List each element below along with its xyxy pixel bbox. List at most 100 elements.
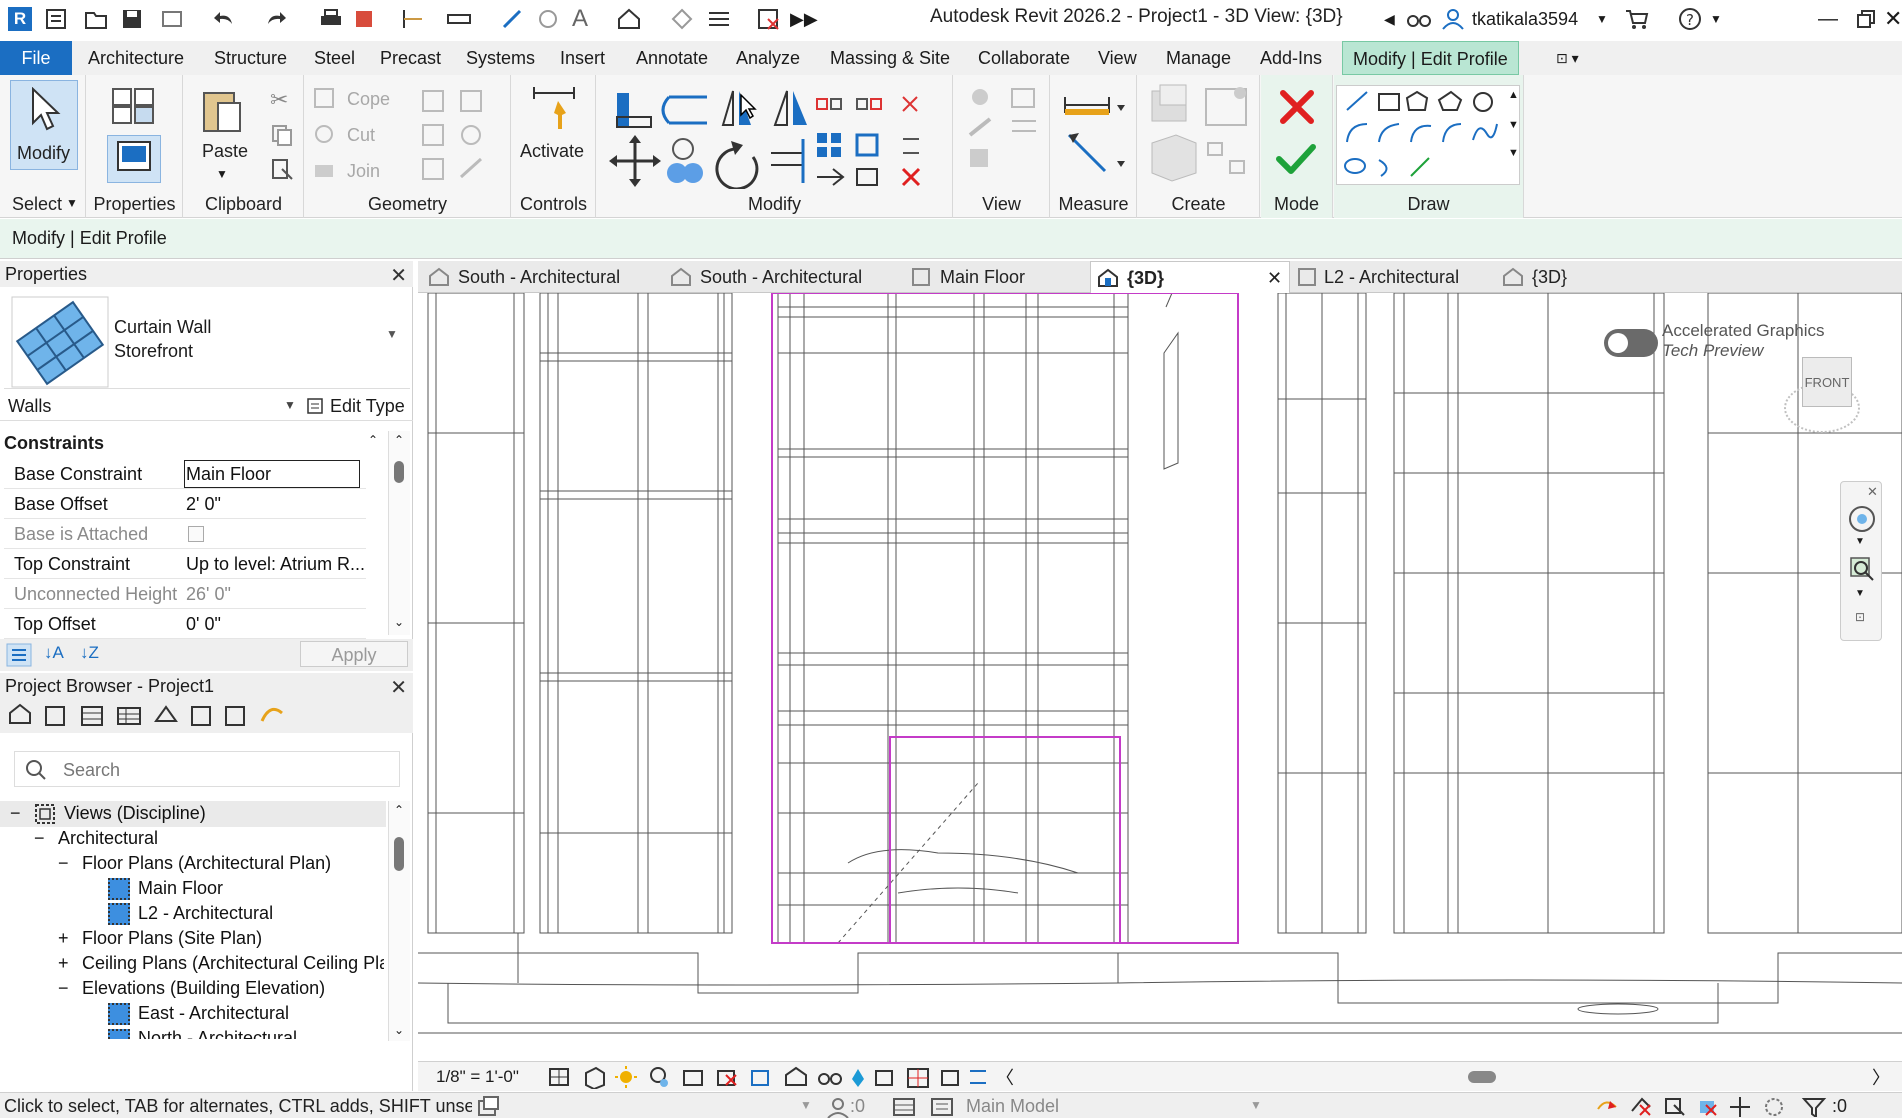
home-icon[interactable] xyxy=(44,7,70,31)
type-selector[interactable]: Curtain Wall Storefront ▼ xyxy=(4,291,410,389)
print-sheets-icon[interactable] xyxy=(352,7,378,31)
section-icon[interactable] xyxy=(670,7,696,31)
close-properties-icon[interactable]: ✕ xyxy=(390,263,407,289)
open-icon[interactable] xyxy=(84,7,110,31)
minimize-icon[interactable]: — xyxy=(1818,7,1844,31)
tree-expander[interactable]: − xyxy=(34,828,45,849)
join-button[interactable]: Join xyxy=(347,161,380,182)
tree-item-elevations[interactable]: Elevations (Building Elevation) xyxy=(82,978,325,999)
restore-icon[interactable] xyxy=(1854,7,1880,31)
paste-dropdown-icon[interactable]: ▼ xyxy=(216,167,228,181)
paste-icon[interactable] xyxy=(200,85,244,135)
activate-button[interactable]: Activate xyxy=(520,141,584,162)
tab-steel[interactable]: Steel xyxy=(304,41,365,75)
tag-icon[interactable] xyxy=(500,7,526,31)
tab-systems[interactable]: Systems xyxy=(456,41,545,75)
ribbon-display-toggle-icon[interactable]: ⊡ ▾ xyxy=(1546,41,1589,75)
drawing-canvas[interactable]: Accelerated Graphics Tech Preview FRONT … xyxy=(418,293,1902,1061)
cancel-edit-mode-icon[interactable] xyxy=(1277,87,1317,127)
tab-manage[interactable]: Manage xyxy=(1156,41,1241,75)
scroll-right-icon[interactable]: 〉 xyxy=(1872,1064,1890,1090)
unconnected-height-field[interactable]: 26' 0" xyxy=(186,584,231,605)
thin-lines-icon[interactable] xyxy=(706,7,732,31)
tree-item-floor-plans-arch[interactable]: Floor Plans (Architectural Plan) xyxy=(82,853,331,874)
tab-annotate[interactable]: Annotate xyxy=(626,41,718,75)
measure-icon[interactable] xyxy=(446,7,472,31)
cart-icon[interactable] xyxy=(1624,7,1650,31)
match-properties-icon[interactable] xyxy=(270,157,294,181)
properties-button[interactable] xyxy=(107,135,161,183)
detail-icon[interactable] xyxy=(536,7,562,31)
workset-dropdown-icon[interactable]: ▼ xyxy=(800,1098,812,1112)
finish-edit-mode-icon[interactable] xyxy=(1275,141,1317,177)
tree-item-l2-architectural[interactable]: L2 - Architectural xyxy=(138,903,273,924)
help-dropdown-icon[interactable]: ▼ xyxy=(1710,7,1736,31)
horizontal-scroll-thumb[interactable] xyxy=(1468,1071,1496,1083)
tree-expander[interactable]: − xyxy=(58,853,69,874)
editing-requests-icon[interactable] xyxy=(826,1096,850,1118)
text-icon[interactable]: A xyxy=(572,7,598,31)
measure-tools-icon[interactable] xyxy=(1063,91,1127,181)
tree-item-north-architectural[interactable]: North - Architectural xyxy=(138,1028,297,1039)
zoom-region-icon[interactable] xyxy=(1847,554,1877,584)
tree-expander[interactable]: + xyxy=(58,953,69,974)
user-icon[interactable] xyxy=(1440,7,1466,31)
cut-geometry-button[interactable]: Cut xyxy=(347,125,375,146)
properties-scrollbar[interactable]: ⌃ ⌄ xyxy=(388,431,410,635)
sort-ascending-icon[interactable]: ↓A xyxy=(44,643,64,663)
tree-expander[interactable]: − xyxy=(58,978,69,999)
tab-view[interactable]: View xyxy=(1088,41,1147,75)
tree-item-floor-plans-site[interactable]: Floor Plans (Site Plan) xyxy=(82,928,262,949)
tree-item-east-architectural[interactable]: East - Architectural xyxy=(138,1003,289,1024)
gallery-up-icon[interactable]: ▲ xyxy=(1508,89,1519,101)
geometry-small-tools[interactable] xyxy=(417,85,497,185)
base-offset-field[interactable]: 2' 0" xyxy=(186,494,221,515)
type-dropdown-icon[interactable]: ▼ xyxy=(386,327,398,341)
steering-wheel-icon[interactable] xyxy=(1847,504,1877,534)
user-name[interactable]: tkatikala3594 xyxy=(1472,9,1578,30)
close-hidden-icon[interactable] xyxy=(756,7,782,31)
apply-button[interactable]: Apply xyxy=(300,641,408,667)
tree-item-views[interactable]: Views (Discipline) xyxy=(64,803,206,824)
sort-descending-icon[interactable]: ↓Z xyxy=(80,643,99,663)
paste-button[interactable]: Paste xyxy=(202,141,248,162)
tab-massing-site[interactable]: Massing & Site xyxy=(820,41,960,75)
accelerated-graphics-toggle[interactable] xyxy=(1604,329,1658,357)
tree-item-main-floor[interactable]: Main Floor xyxy=(138,878,223,899)
filter-dropdown-icon[interactable]: ▼ xyxy=(284,398,296,412)
close-window-icon[interactable]: ✕ xyxy=(1884,7,1902,31)
view-cube[interactable]: FRONT xyxy=(1768,353,1872,443)
binoculars-icon[interactable] xyxy=(1406,7,1432,31)
more-tools-icon[interactable]: ▶▶ xyxy=(790,7,818,31)
cope-button[interactable]: Cope xyxy=(347,89,390,110)
view-tools[interactable] xyxy=(964,85,1044,185)
redo-icon[interactable] xyxy=(264,7,290,31)
undo-icon[interactable] xyxy=(212,7,238,31)
close-navbar-icon[interactable]: ✕ xyxy=(1867,484,1878,500)
design-options-icon[interactable] xyxy=(892,1096,916,1118)
view-tab-l2[interactable]: L2 - Architectural xyxy=(1292,261,1512,293)
modify-tools[interactable] xyxy=(607,83,947,189)
default-3d-icon[interactable] xyxy=(616,7,642,31)
gallery-down-icon[interactable]: ▼ xyxy=(1508,119,1519,131)
view-tab-south-1[interactable]: South - Architectural xyxy=(424,261,660,293)
tab-file[interactable]: File xyxy=(0,41,72,75)
tab-architecture[interactable]: Architecture xyxy=(78,41,194,75)
help-icon[interactable]: ? xyxy=(1678,7,1704,31)
tree-item-ceiling-plans[interactable]: Ceiling Plans (Architectural Ceiling Pla xyxy=(82,953,384,974)
tree-expander[interactable]: + xyxy=(58,928,69,949)
active-design-option-icon[interactable] xyxy=(930,1096,954,1118)
browser-scrollbar[interactable]: ⌃ ⌄ xyxy=(388,801,410,1041)
close-view-tab-icon[interactable]: ✕ xyxy=(1267,262,1282,294)
create-tools[interactable] xyxy=(1146,83,1256,189)
view-cube-face[interactable]: FRONT xyxy=(1802,357,1852,407)
close-browser-icon[interactable]: ✕ xyxy=(390,675,407,701)
cut-icon[interactable]: ✂ xyxy=(270,87,288,113)
print-icon[interactable] xyxy=(318,7,344,31)
view-scale[interactable]: 1/8" = 1'-0" xyxy=(436,1067,519,1087)
tab-modify-edit-profile[interactable]: Modify | Edit Profile xyxy=(1342,41,1519,75)
worksets-icon[interactable] xyxy=(476,1095,502,1117)
align-dims-icon[interactable] xyxy=(400,7,426,31)
copy-icon[interactable] xyxy=(270,123,294,147)
tab-add-ins[interactable]: Add-Ins xyxy=(1250,41,1332,75)
